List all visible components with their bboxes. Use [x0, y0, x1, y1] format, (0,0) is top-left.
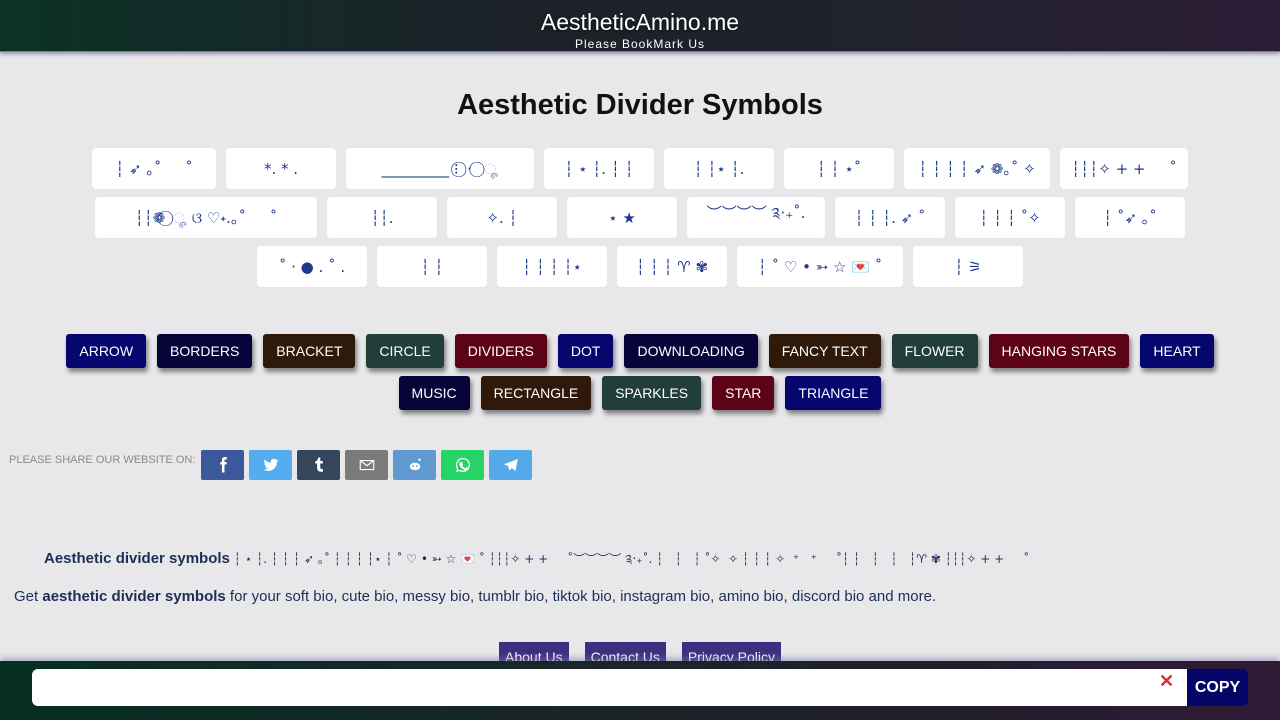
- facebook-icon: [214, 456, 232, 474]
- symbol-card[interactable]: ︶︶︶︶ ༉‧₊˚.: [687, 197, 825, 238]
- copy-input[interactable]: [32, 669, 1188, 706]
- symbol-row: ┆ ➶ ｡˚ ˚ *. * . _________ ⁝ ⃝ · ⃝ ೄ ┆ ⋆ ┆. …: [60, 148, 1220, 189]
- share-whatsapp-button[interactable]: [441, 450, 485, 480]
- reddit-icon: [406, 456, 424, 474]
- description-suffix: for your soft bio, cute bio, messy bio, …: [225, 588, 937, 605]
- category-rectangle-button[interactable]: RECTANGLE: [480, 376, 592, 410]
- share-label: PLEASE SHARE OUR WEBSITE ON:: [9, 454, 196, 466]
- preview-line: Aesthetic divider symbols ┆ ⋆ ┆. ┆ ┆ ┆ ➶…: [44, 546, 1264, 580]
- symbol-card[interactable]: ┆┆.: [327, 197, 437, 238]
- symbol-card[interactable]: ┆ ⚞: [913, 246, 1023, 287]
- symbol-card[interactable]: ┆ ┆ ┆ ┆⋆: [497, 246, 607, 287]
- description: Get aesthetic divider symbols for your s…: [14, 588, 936, 605]
- description-prefix: Get: [14, 588, 43, 605]
- category-star-button[interactable]: STAR: [712, 376, 775, 410]
- tumblr-icon: [310, 456, 328, 474]
- share-email-button[interactable]: [345, 450, 389, 480]
- category-music-button[interactable]: MUSIC: [398, 376, 470, 410]
- symbol-card[interactable]: ˚ · ● . ˚ .: [257, 246, 367, 287]
- category-arrow-button[interactable]: ARROW: [66, 334, 147, 368]
- symbol-card[interactable]: ┆ ┆ ┆. ➶ ˚: [835, 197, 945, 238]
- preview-symbols: ┆ ⋆ ┆. ┆ ┆ ┆ ➶ ｡˚ ┆ ┆ ┆ ┆⋆ ┆ ˚ ♡ • ➳ ☆ 💌…: [229, 552, 1030, 566]
- share-reddit-button[interactable]: [393, 450, 437, 480]
- site-header: AestheticAmino.me Please BookMark Us: [0, 0, 1280, 52]
- symbol-card[interactable]: ⋆ ★: [567, 197, 677, 238]
- category-sparkles-button[interactable]: SPARKLES: [602, 376, 702, 410]
- symbol-grid: ┆ ➶ ｡˚ ˚ *. * . _________ ⁝ ⃝ · ⃝ ೄ ┆ ⋆ ┆. …: [60, 148, 1220, 295]
- twitter-icon: [262, 456, 280, 474]
- symbol-card[interactable]: ┆ ┆ ┆ ˚✧: [955, 197, 1065, 238]
- category-triangle-button[interactable]: TRIANGLE: [785, 376, 882, 410]
- symbol-card[interactable]: ┆┆┆✧ + + ˚: [1060, 148, 1188, 189]
- category-buttons: ARROW BORDERS BRACKET CIRCLE DIVIDERS DOT DOWN…: [30, 334, 1250, 410]
- clear-icon[interactable]: ✕: [1159, 671, 1174, 692]
- telegram-icon: [502, 456, 520, 474]
- email-icon: [358, 456, 376, 474]
- category-fancy-text-button[interactable]: FANCY TEXT: [768, 334, 881, 368]
- category-borders-button[interactable]: BORDERS: [157, 334, 253, 368]
- symbol-card[interactable]: ┆ ˚ ♡ • ➳ ☆ 💌 ˚: [737, 246, 903, 287]
- category-hanging-stars-button[interactable]: HANGING STARS: [988, 334, 1130, 368]
- share-facebook-button[interactable]: [201, 450, 245, 480]
- category-flower-button[interactable]: FLOWER: [891, 334, 978, 368]
- share-twitter-button[interactable]: [249, 450, 293, 480]
- symbol-card[interactable]: *. * .: [226, 148, 336, 189]
- site-title[interactable]: AestheticAmino.me: [0, 0, 1280, 35]
- symbol-card[interactable]: ┆ ┆ ┆ ┆ ➶ ❁｡˚ ✧: [904, 148, 1050, 189]
- symbol-card[interactable]: ┆ ┆ ┆ ♈ ✾: [617, 246, 727, 287]
- page-title: Aesthetic Divider Symbols: [457, 89, 823, 121]
- category-dot-button[interactable]: DOT: [557, 334, 614, 368]
- category-heart-button[interactable]: HEART: [1140, 334, 1214, 368]
- share-tumblr-button[interactable]: [297, 450, 341, 480]
- symbol-card[interactable]: ┆ ┆ ⋆˚: [784, 148, 894, 189]
- share-bar: PLEASE SHARE OUR WEBSITE ON:: [9, 450, 537, 480]
- copy-bar: ✕ COPY: [0, 661, 1280, 720]
- description-keyword: aesthetic divider symbols: [42, 588, 226, 605]
- symbol-card[interactable]: ✧. ┆: [447, 197, 557, 238]
- share-telegram-button[interactable]: [489, 450, 533, 480]
- symbol-row: ┆┆❁ ⃝ ೄ ଓ ♡˖.｡˚ ˚ ┆┆. ✧. ┆ ⋆ ★ ︶︶︶︶ ༉‧₊˚. ┆ ┆…: [60, 197, 1220, 238]
- site-subtitle: Please BookMark Us: [574, 37, 706, 51]
- share-buttons: [201, 450, 537, 480]
- category-bracket-button[interactable]: BRACKET: [263, 334, 356, 368]
- category-dividers-button[interactable]: DIVIDERS: [454, 334, 547, 368]
- category-circle-button[interactable]: CIRCLE: [366, 334, 444, 368]
- symbol-card[interactable]: ┆┆❁ ⃝ ೄ ଓ ♡˖.｡˚ ˚: [95, 197, 317, 238]
- symbol-card[interactable]: ┆ ┆: [377, 246, 487, 287]
- symbol-row: ˚ · ● . ˚ . ┆ ┆ ┆ ┆ ┆ ┆⋆ ┆ ┆ ┆ ♈ ✾ ┆ ˚ ♡ • ➳…: [60, 246, 1220, 287]
- whatsapp-icon: [454, 456, 472, 474]
- copy-button[interactable]: COPY: [1187, 669, 1248, 706]
- category-downloading-button[interactable]: DOWNLOADING: [624, 334, 758, 368]
- preview-label: Aesthetic divider symbols: [44, 550, 230, 567]
- symbol-card[interactable]: _________ ⁝ ⃝ · ⃝ ೄ: [346, 148, 534, 189]
- symbol-card[interactable]: ┆ ˚➶ ｡˚: [1075, 197, 1185, 238]
- symbol-card[interactable]: ┆ ┆⋆ ┆.: [664, 148, 774, 189]
- symbol-card[interactable]: ┆ ➶ ｡˚ ˚: [92, 148, 216, 189]
- symbol-card[interactable]: ┆ ⋆ ┆. ┆ ┆: [544, 148, 654, 189]
